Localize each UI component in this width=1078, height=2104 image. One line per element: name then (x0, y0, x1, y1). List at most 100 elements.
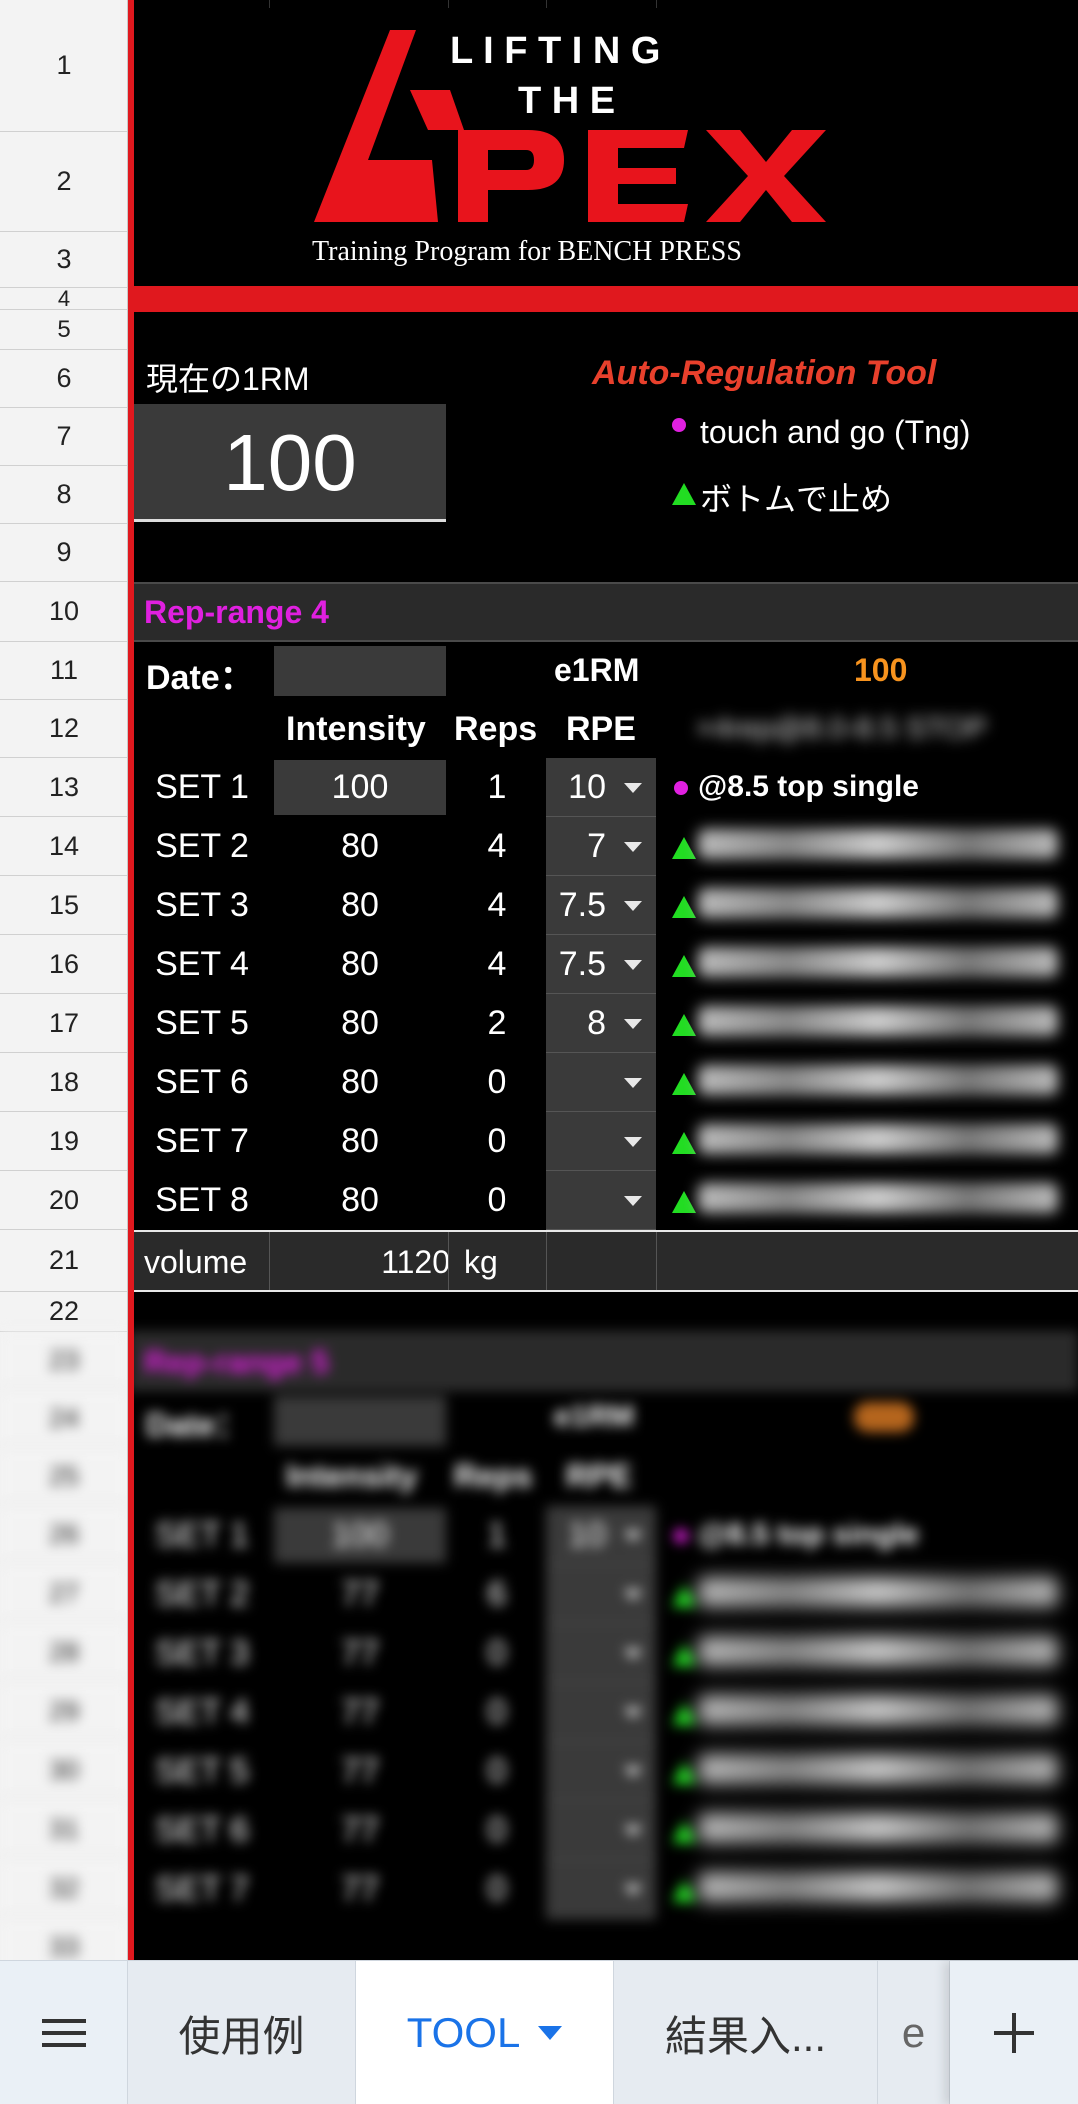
add-sheet-button[interactable] (950, 1961, 1078, 2104)
rpe-value (546, 1801, 606, 1860)
chevron-down-icon (624, 1137, 642, 1147)
chevron-down-icon (624, 1708, 642, 1718)
set-intensity[interactable]: 77 (274, 1801, 446, 1860)
set-note (698, 1754, 1058, 1784)
rpe-dropdown[interactable] (546, 1565, 656, 1624)
set-note (698, 1065, 1058, 1095)
rpe-dropdown[interactable]: 10 (546, 1506, 656, 1565)
set-intensity[interactable]: 80 (274, 1112, 446, 1171)
rpe-dropdown[interactable]: 7.5 (546, 876, 656, 935)
set-intensity[interactable]: 80 (274, 935, 446, 994)
spreadsheet-grid[interactable]: L I F T I N G T H E Training Program for… (128, 0, 1078, 1960)
tab-label: 結果入... (664, 2012, 826, 2060)
set-note: @8.5 top single (698, 770, 919, 803)
set-intensity[interactable]: 80 (274, 1053, 446, 1112)
row-header[interactable]: 10 (0, 582, 127, 642)
sheet-tab-examples[interactable]: 使用例 (128, 1961, 356, 2104)
rpe-dropdown[interactable]: 8 (546, 994, 656, 1053)
rpe-value: 8 (587, 1004, 606, 1042)
chevron-down-icon (624, 1196, 642, 1206)
row-header[interactable]: 26 (0, 1506, 127, 1564)
tab-label: 使用例 (178, 2012, 305, 2060)
set-row: SET 7 80 0 (128, 1112, 1078, 1171)
chevron-down-icon (624, 901, 642, 911)
set-intensity[interactable]: 77 (274, 1624, 446, 1683)
row-header[interactable]: 27 (0, 1564, 127, 1623)
row-header[interactable]: 13 (0, 758, 127, 817)
set-reps: 0 (487, 1870, 507, 1908)
rpe-value (546, 1683, 606, 1742)
row-header[interactable]: 6 (0, 350, 127, 408)
row-header[interactable]: 29 (0, 1682, 127, 1741)
row-header[interactable]: 4 (0, 288, 127, 310)
rpe-dropdown[interactable]: 7 (546, 817, 656, 876)
row-header[interactable]: 8 (0, 466, 127, 524)
row-header[interactable]: 30 (0, 1741, 127, 1800)
set-intensity[interactable]: 77 (274, 1565, 446, 1624)
row-header[interactable]: 31 (0, 1800, 127, 1859)
row-header[interactable]: 16 (0, 935, 127, 994)
rpe-dropdown[interactable] (546, 1801, 656, 1860)
set-intensity[interactable]: 100 (274, 760, 446, 815)
row-header[interactable]: 24 (0, 1390, 127, 1448)
row-header[interactable]: 12 (0, 700, 127, 758)
set-intensity[interactable]: 80 (274, 876, 446, 935)
row-header[interactable]: 9 (0, 524, 127, 582)
rpe-dropdown[interactable] (546, 1624, 656, 1683)
tng-dot-icon (674, 781, 688, 795)
set-intensity[interactable]: 80 (274, 994, 446, 1053)
rpe-header: RPE (566, 1458, 632, 1494)
rpe-header: RPE (566, 710, 636, 748)
set-intensity[interactable]: 80 (274, 1171, 446, 1230)
all-sheets-menu-button[interactable] (0, 1961, 128, 2104)
row-header[interactable]: 2 (0, 132, 127, 232)
set-intensity[interactable]: 77 (274, 1860, 446, 1919)
rpe-dropdown[interactable] (546, 1683, 656, 1742)
date-input[interactable] (274, 646, 446, 696)
rpe-dropdown[interactable] (546, 1860, 656, 1919)
row-header[interactable]: 28 (0, 1623, 127, 1682)
rpe-dropdown[interactable]: 10 (546, 758, 656, 817)
set-intensity[interactable]: 100 (274, 1508, 446, 1563)
row-header[interactable]: 23 (0, 1332, 127, 1390)
row-header[interactable]: 20 (0, 1171, 127, 1230)
sheet-tab-partial[interactable]: e (878, 1961, 950, 2104)
rpe-dropdown[interactable] (546, 1742, 656, 1801)
row-header[interactable]: 17 (0, 994, 127, 1053)
chevron-down-icon (624, 1078, 642, 1088)
row-header[interactable]: 7 (0, 408, 127, 466)
rpe-dropdown[interactable] (546, 1053, 656, 1112)
row-number-column: 1 2 3 4 5 6 7 8 9 10 11 12 13 14 15 16 1… (0, 0, 128, 1960)
row-header[interactable]: 14 (0, 817, 127, 876)
rpe-dropdown[interactable] (546, 1171, 656, 1230)
rpe-dropdown[interactable]: 7.5 (546, 935, 656, 994)
set-intensity[interactable]: 77 (274, 1742, 446, 1801)
set-intensity[interactable]: 77 (274, 1683, 446, 1742)
date-input[interactable] (274, 1396, 446, 1446)
row-header[interactable]: 21 (0, 1230, 127, 1292)
rpe-dropdown[interactable] (546, 1112, 656, 1171)
current-1rm-input[interactable]: 100 (134, 404, 446, 522)
row-header[interactable]: 3 (0, 232, 127, 288)
row-header[interactable]: 5 (0, 310, 127, 350)
row-header[interactable]: 33 (0, 1918, 127, 1960)
set-intensity[interactable]: 80 (274, 817, 446, 876)
row-header[interactable]: 1 (0, 0, 127, 132)
row-header[interactable]: 32 (0, 1859, 127, 1918)
row-header[interactable]: 18 (0, 1053, 127, 1112)
header-red-bar (128, 286, 1078, 312)
sheet-tab-results[interactable]: 結果入... (614, 1961, 878, 2104)
intensity-header: Intensity (286, 710, 426, 748)
chevron-down-icon (624, 1019, 642, 1029)
row-header[interactable]: 15 (0, 876, 127, 935)
row-header[interactable]: 25 (0, 1448, 127, 1506)
tab-label: TOOL (406, 2009, 521, 2056)
row-header[interactable]: 22 (0, 1292, 127, 1332)
tab-dropdown-icon[interactable] (538, 2026, 563, 2040)
rpe-value (546, 1742, 606, 1801)
row-header[interactable]: 11 (0, 642, 127, 700)
sheet-tab-tool[interactable]: TOOL (356, 1961, 614, 2104)
row-header[interactable]: 19 (0, 1112, 127, 1171)
sheet-tab-bar: 使用例 TOOL 結果入... e (0, 1960, 1078, 2104)
set-row: SET 6 77 0 (128, 1801, 1078, 1860)
